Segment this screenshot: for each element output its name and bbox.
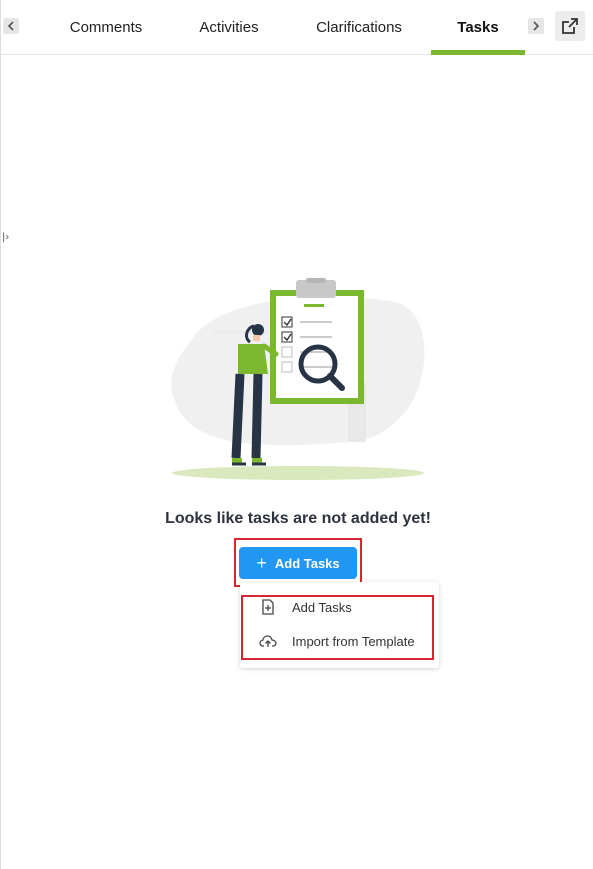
annotation-highlight-button	[234, 538, 362, 587]
chevron-left-icon[interactable]	[3, 18, 19, 34]
external-link-icon[interactable]	[555, 11, 585, 41]
tab-tasks[interactable]: Tasks	[431, 0, 525, 55]
tab-label: Tasks	[457, 18, 499, 36]
tab-label: Activities	[199, 18, 259, 36]
chevron-right-icon[interactable]	[528, 18, 544, 34]
resize-handle-icon[interactable]: |›	[2, 232, 9, 243]
tab-activities[interactable]: Activities	[188, 0, 270, 54]
tab-comments[interactable]: Comments	[60, 0, 152, 54]
tab-label: Clarifications	[316, 18, 402, 36]
panel-left-border	[0, 0, 1, 869]
empty-state-message: Looks like tasks are not added yet!	[165, 510, 431, 527]
tab-bar: Comments Activities Clarifications Tasks	[0, 0, 593, 55]
tab-clarifications[interactable]: Clarifications	[306, 0, 412, 54]
empty-tasks-illustration	[160, 272, 432, 484]
annotation-highlight-menu	[241, 595, 434, 660]
tab-label: Comments	[69, 18, 143, 36]
